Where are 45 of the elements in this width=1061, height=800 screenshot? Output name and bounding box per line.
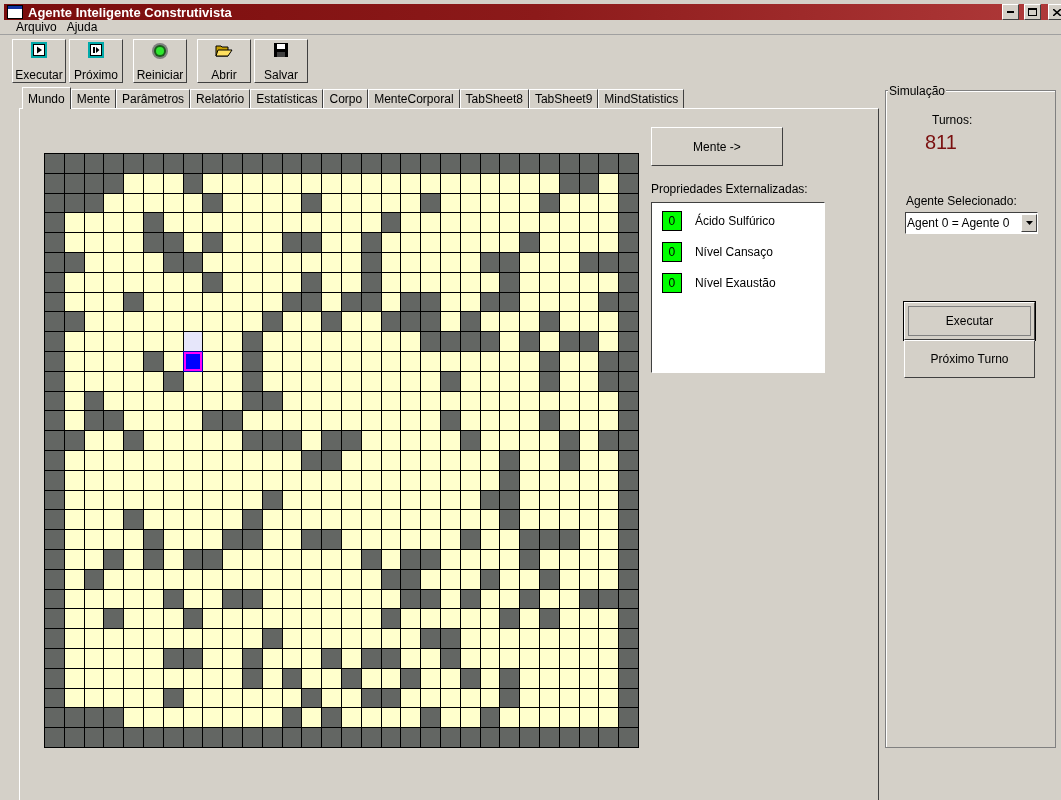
minimize-button[interactable] (1002, 4, 1019, 20)
maximize-icon (1028, 8, 1037, 16)
menu-item[interactable]: Ajuda (66, 20, 98, 34)
window-title: Agente Inteligente Construtivista (28, 4, 233, 20)
window-icon (7, 5, 23, 19)
toolbar-button[interactable]: Salvar (254, 39, 308, 83)
folder-icon (215, 42, 233, 58)
turns-count: 811 (925, 131, 958, 154)
tab[interactable]: TabSheet8 (459, 89, 529, 108)
property-value: 0 (661, 242, 682, 262)
property-label: Nível Cansaço (694, 245, 773, 259)
agent-label: Agente Selecionado: (906, 194, 1018, 208)
property-label: Nível Exaustão (694, 276, 776, 290)
tab[interactable]: Relatório (190, 89, 251, 108)
property-label: Ácido Sulfúrico (694, 214, 775, 228)
toolbar-button[interactable]: Próximo (69, 39, 123, 83)
toolbar-button[interactable]: Reiniciar (133, 39, 187, 83)
toolbar-button[interactable]: Executar (12, 39, 66, 83)
maximize-button[interactable] (1024, 4, 1041, 20)
toolbar-button[interactable]: Abrir (197, 39, 251, 83)
tab[interactable]: Mundo (22, 87, 71, 109)
property-value: 0 (661, 273, 682, 293)
group-title: Simulação (888, 84, 947, 98)
tab[interactable]: Parâmetros (116, 89, 191, 108)
tab[interactable]: Corpo (323, 89, 369, 108)
tab[interactable]: MindStatistics (598, 89, 685, 108)
tab[interactable]: Estatísticas (250, 89, 324, 108)
property-value: 0 (661, 211, 682, 231)
turns-label: Turnos: (932, 113, 974, 127)
tab[interactable]: Mente (70, 89, 117, 108)
simulation-button[interactable]: Executar (904, 302, 1035, 340)
minimize-icon (1007, 11, 1014, 13)
tab[interactable]: MenteCorporal (368, 89, 460, 108)
mind-button[interactable]: Mente -> (650, 127, 783, 166)
dropdown-arrow-icon (1025, 221, 1033, 225)
menu-item[interactable]: Arquivo (16, 20, 57, 34)
simulation-button[interactable]: Próximo Turno (904, 340, 1035, 378)
tab[interactable]: TabSheet9 (528, 89, 599, 108)
step-icon (88, 42, 104, 58)
properties-label: Propriedades Externalizadas: (650, 182, 809, 196)
play-icon (31, 42, 47, 58)
agent-dropdown[interactable]: Agent 0 = Agente 0 (905, 212, 1038, 234)
close-button[interactable] (1048, 4, 1061, 20)
close-icon (1052, 8, 1061, 16)
indicator-light-icon (151, 42, 169, 60)
